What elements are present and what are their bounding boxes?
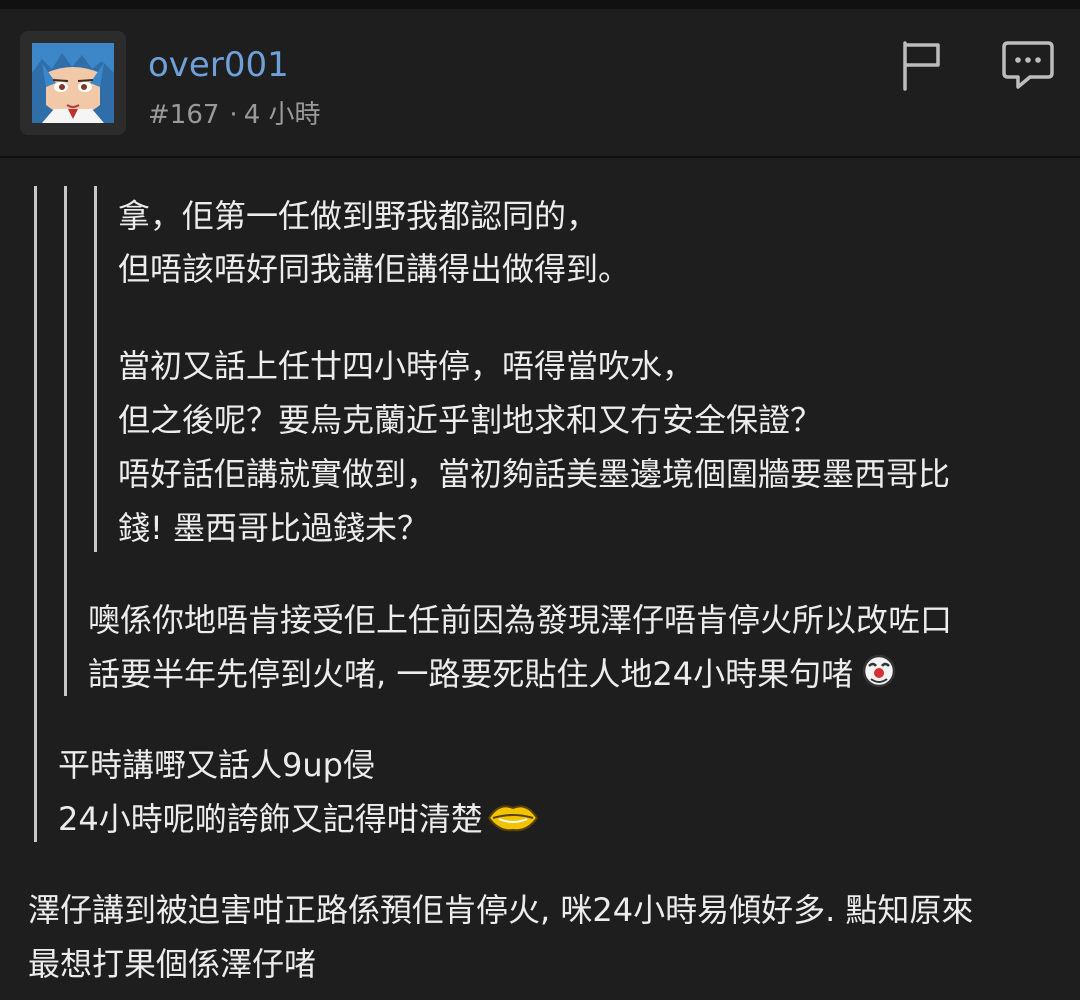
quote-bar-level-2	[64, 186, 67, 696]
quote-line: 拿，佢第一任做到野我都認同的，	[118, 197, 599, 235]
clown-emoji-icon	[862, 654, 896, 688]
quote-line: 但唔該唔好同我講佢講得出做得到。	[118, 250, 631, 288]
quote-line: 平時講嘢又話人9up侵	[58, 746, 375, 784]
quote-bar-level-3	[94, 186, 97, 552]
flag-icon	[903, 41, 940, 91]
lips-emoji-icon	[487, 805, 538, 832]
username-link[interactable]: over001	[148, 43, 289, 87]
quote-line-text: 24小時呢啲誇飾又記得咁清楚	[58, 800, 483, 838]
top-strip	[0, 0, 1080, 9]
quote-bar-level-1	[34, 186, 37, 842]
quote-line: 唔好話佢講就實做到，當初夠話美墨邊境個圍牆要墨西哥比	[118, 455, 951, 493]
quote-line-with-emoji: 24小時呢啲誇飾又記得咁清楚	[58, 793, 541, 845]
quote-line-with-emoji: 話要半年先停到火啫, 一路要死貼住人地24小時果句啫	[88, 648, 897, 700]
quote-line: 當初又話上任廿四小時停，唔得當吹水，	[118, 347, 695, 385]
report-button[interactable]	[898, 39, 946, 91]
header-divider	[0, 156, 1080, 158]
reply-line: 澤仔講到被迫害咁正路係預佢肯停火, 咪24小時易傾好多. 點知原來	[28, 891, 974, 929]
comment-icon	[1002, 41, 1054, 89]
post-number[interactable]: #167	[148, 100, 219, 130]
quote-line: 噢係你地唔肯接受佢上任前因為發現澤仔唔肯停火所以改咗口	[88, 601, 953, 639]
post-meta: #167 · 4 小時	[148, 97, 321, 133]
anime-avatar-icon	[32, 43, 114, 123]
quote-line-text: 話要半年先停到火啫, 一路要死貼住人地24小時果句啫	[88, 655, 854, 693]
quote-line: 錢! 墨西哥比過錢未？	[118, 509, 430, 547]
reply-button[interactable]	[1000, 39, 1056, 91]
quote-line: 但之後呢？要烏克蘭近乎割地求和又冇安全保證？	[118, 401, 823, 439]
post-header: over001 #167 · 4 小時	[0, 9, 1080, 156]
post-time: 4 小時	[243, 100, 321, 130]
avatar[interactable]	[20, 31, 126, 135]
reply-line: 最想打果個係澤仔啫	[28, 945, 317, 983]
meta-separator: ·	[229, 100, 238, 130]
